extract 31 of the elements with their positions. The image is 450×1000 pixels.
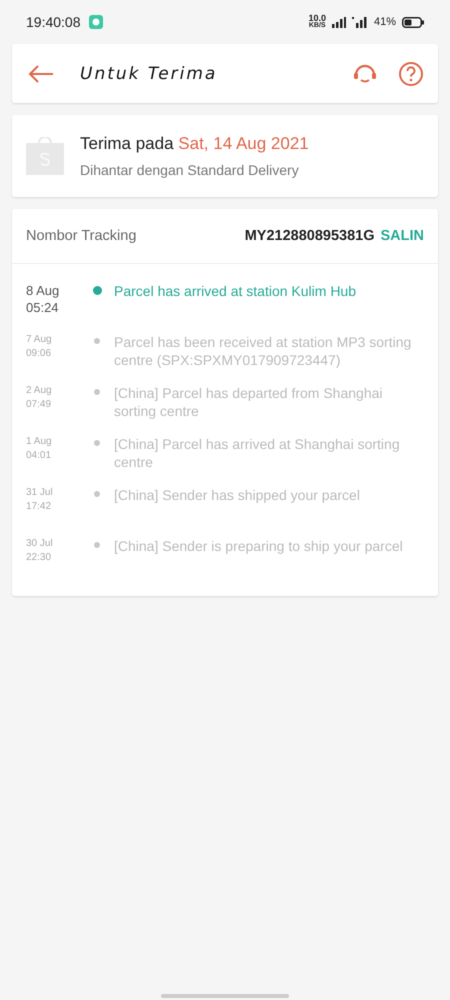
tracking-label: Nombor Tracking (26, 228, 136, 244)
event-description: [China] Parcel has arrived at Shanghai sorting centre (114, 435, 401, 471)
delivery-date: Terima pada Sat, 14 Aug 2021 (80, 134, 309, 154)
status-time: 19:40:08 (26, 14, 80, 30)
event-date: 1 Aug (26, 435, 53, 449)
signal-icon (332, 16, 346, 28)
event-time: 07:49 (26, 398, 52, 412)
event-date: 2 Aug (26, 384, 53, 398)
page-title: Untuk Terima (80, 64, 218, 84)
event-date: 7 Aug (26, 333, 53, 347)
signal-icon (352, 16, 368, 28)
back-button[interactable] (26, 62, 56, 84)
event-description: [China] Parcel has departed from Shanghai sorting centre (114, 384, 384, 420)
event-description: Parcel has arrived at station Kulim Hub (114, 282, 356, 300)
delivery-method: Dihantar dengan Standard Delivery (80, 162, 300, 178)
tracking-number: MY212880895381G (244, 228, 374, 244)
copy-button[interactable]: SALIN (380, 228, 424, 244)
battery-percent: 41% (374, 16, 396, 28)
event-description: [China] Sender is preparing to ship your parcel (114, 537, 403, 555)
event-description: [China] Sender has shipped your parcel (114, 486, 360, 504)
event-description: Parcel has been received at station MP3 sorting centre (SPX:SPXMY017909723447) (114, 333, 412, 369)
event-date: 31 Jul (26, 486, 54, 500)
event-time: 17:42 (26, 500, 52, 514)
event-time: 22:30 (26, 551, 52, 565)
event-date: 30 Jul (26, 537, 54, 551)
event-time: 05:24 (26, 299, 60, 316)
event-time: 04:01 (26, 449, 52, 463)
event-time: 09:06 (26, 347, 52, 361)
battery-icon (402, 16, 424, 28)
event-date: 8 Aug (26, 282, 60, 299)
chat-notification-icon (88, 15, 102, 29)
